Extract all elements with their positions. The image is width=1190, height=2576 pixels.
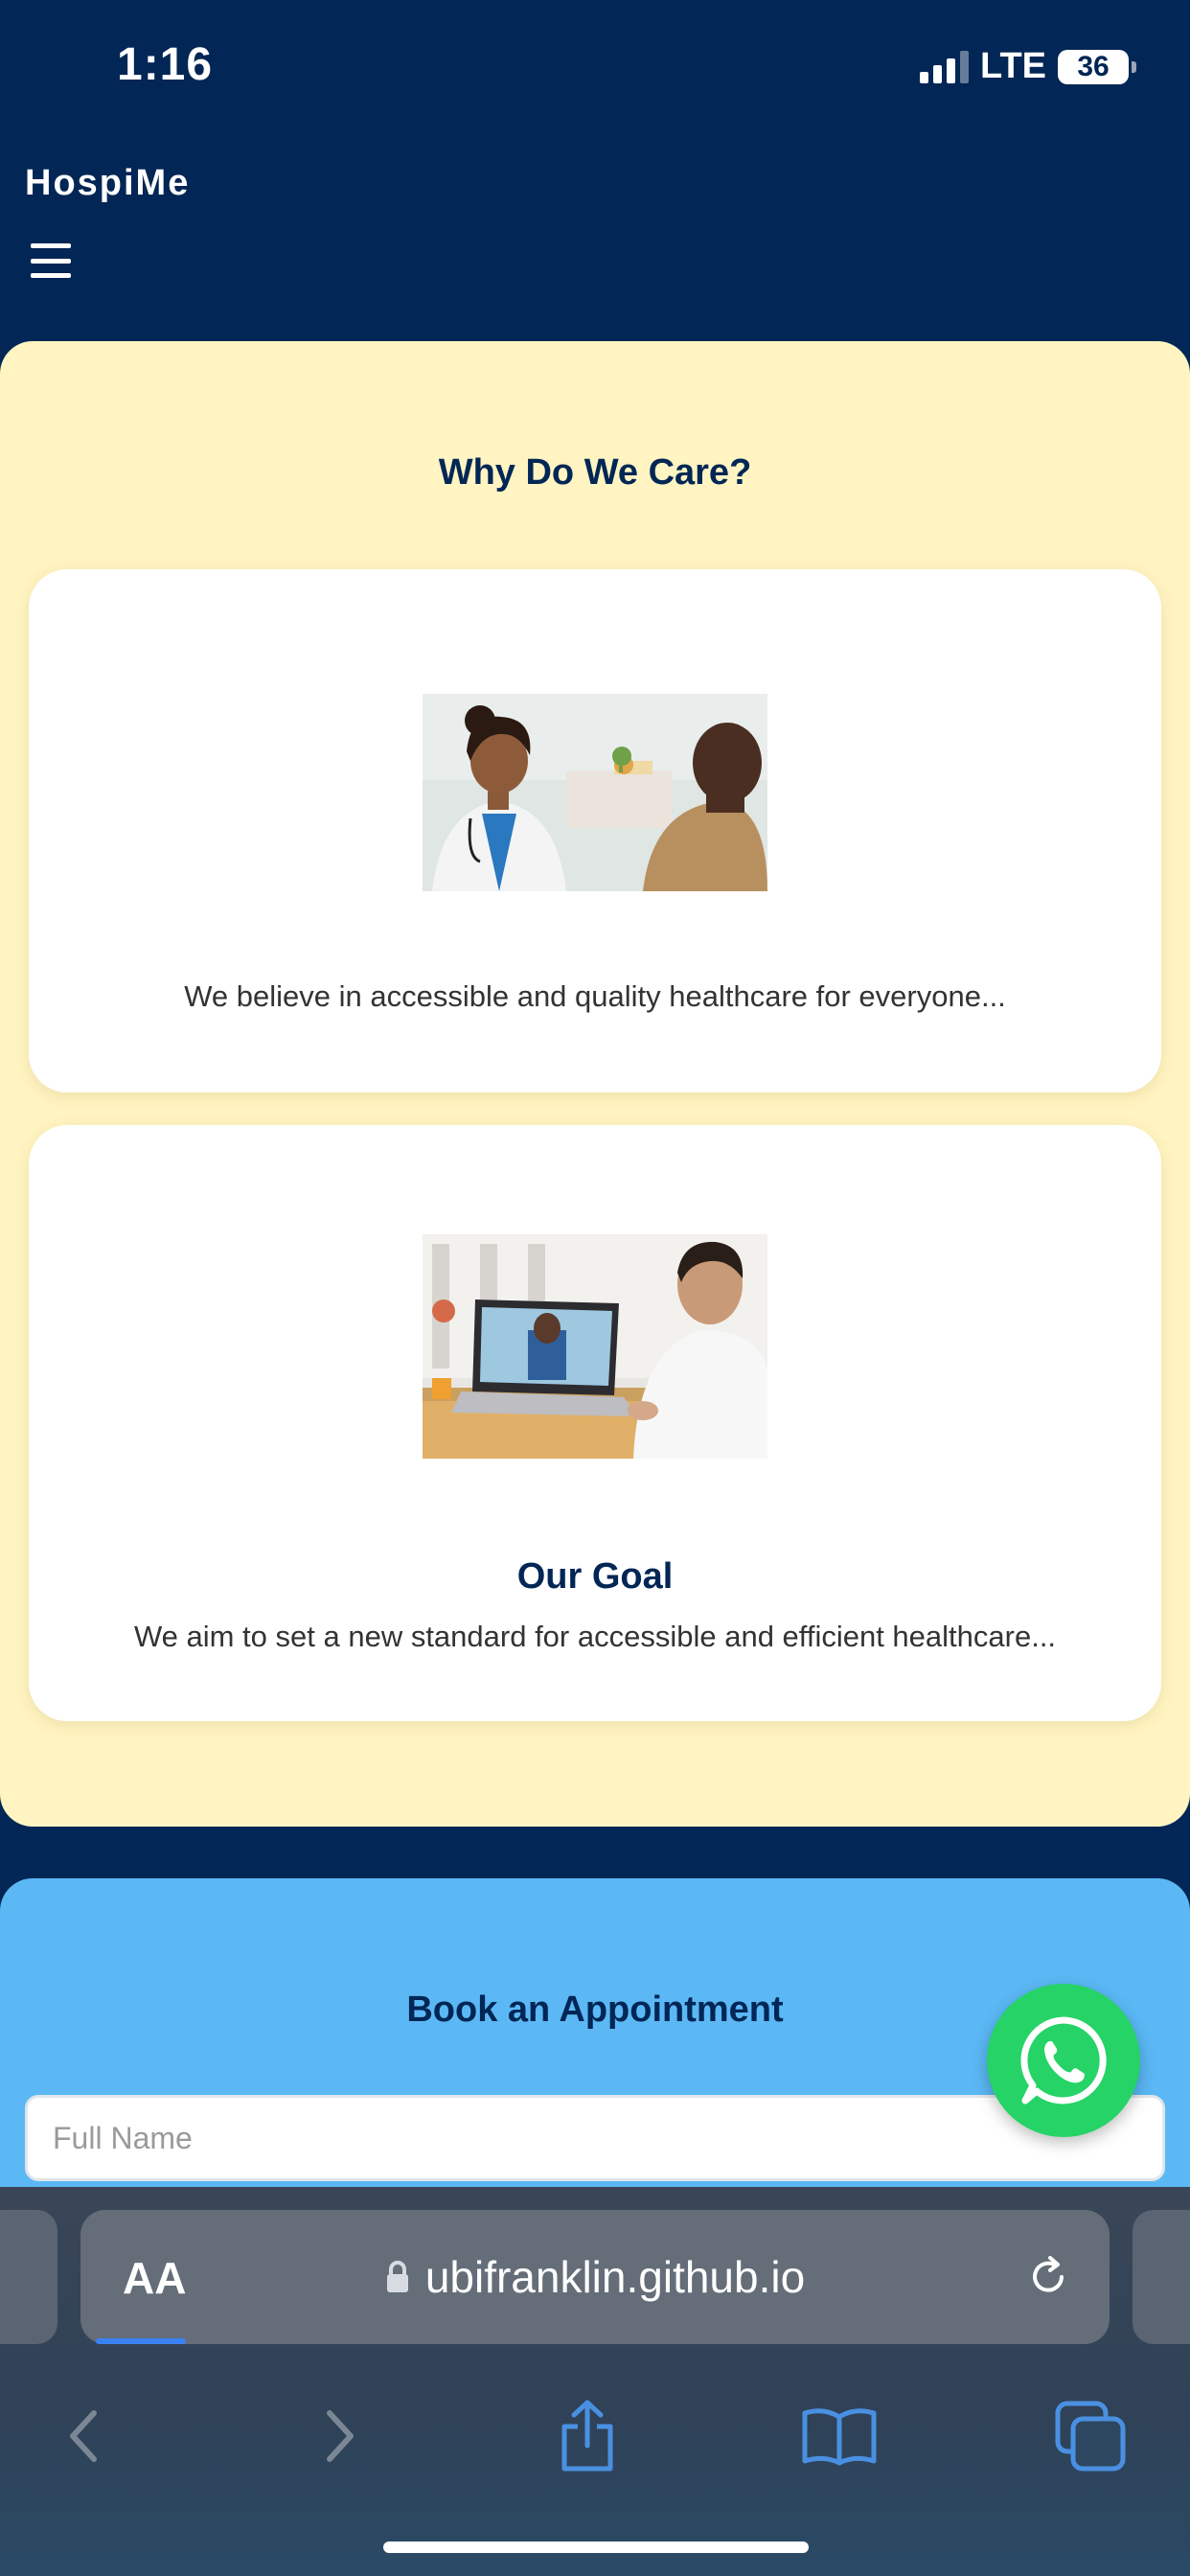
care-section-title: Why Do We Care? — [438, 452, 752, 493]
status-bar: 1:16 LTE 36 — [0, 0, 1190, 134]
battery-icon: 36 — [1058, 49, 1136, 84]
back-button[interactable] — [36, 2379, 132, 2494]
browser-nav-row — [0, 2379, 1190, 2494]
care-card-text: We believe in accessible and quality hea… — [184, 979, 1006, 1013]
network-label: LTE — [980, 46, 1046, 86]
full-name-input[interactable] — [25, 2095, 1165, 2181]
tabs-button[interactable] — [1042, 2379, 1138, 2494]
care-section: Why Do We Care? We believe in accessible… — [0, 341, 1190, 1827]
status-time: 1:16 — [117, 39, 214, 90]
menu-icon[interactable] — [31, 243, 71, 278]
goal-card-text: We aim to set a new standard for accessi… — [133, 1620, 1057, 1653]
share-icon — [561, 2400, 613, 2472]
bookmarks-button[interactable] — [791, 2379, 887, 2494]
telemedicine-image — [423, 1234, 767, 1459]
reload-icon[interactable] — [1025, 2254, 1071, 2300]
tabs-icon — [1055, 2401, 1126, 2472]
chevron-right-icon — [327, 2410, 354, 2462]
goal-card: Our Goal We aim to set a new standard fo… — [29, 1125, 1161, 1721]
url-text[interactable]: ubifranklin.github.io — [425, 2251, 805, 2303]
brand-name[interactable]: HospiMe — [25, 163, 190, 204]
whatsapp-icon — [1020, 2016, 1107, 2104]
previous-tab-preview[interactable] — [0, 2210, 57, 2344]
browser-toolbar: AA ubifranklin.github.io — [0, 2187, 1190, 2576]
forward-button[interactable] — [291, 2379, 387, 2494]
care-card: We believe in accessible and quality hea… — [29, 569, 1161, 1092]
doctor-consultation-image — [423, 694, 767, 891]
home-indicator[interactable] — [383, 2542, 809, 2553]
status-indicators: LTE 36 — [920, 46, 1136, 87]
goal-card-heading: Our Goal — [516, 1556, 674, 1597]
book-icon — [802, 2408, 877, 2466]
chevron-left-icon — [70, 2410, 97, 2462]
whatsapp-button[interactable] — [987, 1984, 1140, 2137]
signal-icon — [920, 50, 970, 83]
address-bar[interactable]: AA ubifranklin.github.io — [80, 2210, 1110, 2344]
next-tab-preview[interactable] — [1133, 2210, 1190, 2344]
lock-icon — [386, 2261, 408, 2292]
share-button[interactable] — [539, 2379, 635, 2494]
